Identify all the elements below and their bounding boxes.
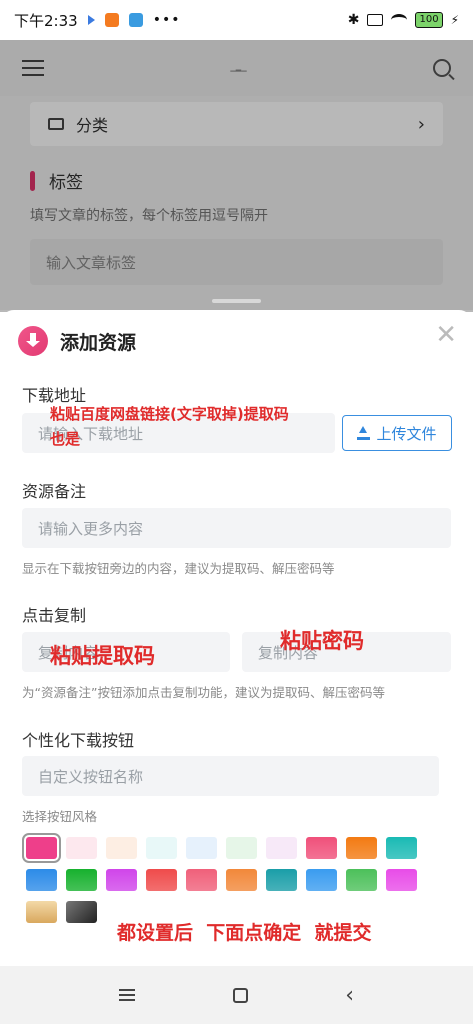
annotation-also-is: 也是 <box>50 430 81 448</box>
custom-button-name-input[interactable]: 自定义按钮名称 <box>22 756 439 796</box>
button-style-label: 选择按钮风格 <box>22 809 98 824</box>
annotation-paste-baidu: 粘贴百度网盘链接(文字取掉)提取码 <box>50 405 289 423</box>
resource-note-label: 资源备注 <box>22 482 87 501</box>
style-swatch[interactable] <box>266 837 297 859</box>
style-swatch[interactable] <box>306 869 337 891</box>
style-swatch[interactable] <box>106 837 137 859</box>
upload-file-label: 上传文件 <box>376 424 437 443</box>
style-swatch[interactable] <box>346 869 377 891</box>
sheet-header: 添加资源 <box>18 326 136 356</box>
sheet-title: 添加资源 <box>60 331 137 354</box>
status-bar: 下午2:33 ••• ✱ 100 ⚡ <box>0 0 473 40</box>
annotation-paste-password: 粘贴密码 <box>280 629 364 653</box>
no-sim-icon <box>367 14 384 26</box>
status-time: 下午2:33 <box>14 11 78 30</box>
style-swatch[interactable] <box>346 837 377 859</box>
back-icon[interactable]: ‹ <box>345 983 354 1008</box>
system-nav-bar: ‹ <box>0 966 473 1024</box>
close-icon[interactable]: ✕ <box>435 322 457 348</box>
style-swatch[interactable] <box>66 869 97 891</box>
style-swatch[interactable] <box>22 833 61 863</box>
style-swatch[interactable] <box>226 837 257 859</box>
annotation-paste-code: 粘贴提取码 <box>50 644 155 668</box>
dim-overlay[interactable] <box>0 40 473 312</box>
style-swatch[interactable] <box>66 901 97 923</box>
style-swatch[interactable] <box>266 869 297 891</box>
style-swatch[interactable] <box>306 837 337 859</box>
battery-icon: 100 <box>415 12 443 28</box>
click-copy-hint: 为“资源备注”按钮添加点击复制功能，建议为提取码、解压密码等 <box>22 685 385 700</box>
bluetooth-icon: ✱ <box>347 12 360 28</box>
style-swatch[interactable] <box>26 869 57 891</box>
style-swatch[interactable] <box>26 901 57 923</box>
style-swatch[interactable] <box>146 869 177 891</box>
resource-note-input[interactable]: 请输入更多内容 <box>22 508 451 548</box>
style-swatch[interactable] <box>226 869 257 891</box>
style-swatch[interactable] <box>106 869 137 891</box>
charging-icon: ⚡ <box>450 13 459 27</box>
style-swatch[interactable] <box>386 837 417 859</box>
style-swatch[interactable] <box>186 837 217 859</box>
app-notification-icon <box>128 13 143 27</box>
annotation-submit-note: 都设置后 下面点确定 就提交 <box>117 922 372 944</box>
play-icon <box>87 15 95 25</box>
click-copy-label: 点击复制 <box>22 606 87 625</box>
upload-file-button[interactable]: 上传文件 <box>342 415 452 451</box>
recent-apps-icon[interactable] <box>118 989 135 1001</box>
upload-icon <box>357 426 371 440</box>
style-swatch[interactable] <box>66 837 97 859</box>
style-swatch[interactable] <box>386 869 417 891</box>
more-icon: ••• <box>152 12 181 28</box>
sheet-drag-handle[interactable] <box>212 299 261 303</box>
mi-app-icon <box>104 13 119 27</box>
wifi-icon <box>391 14 408 26</box>
custom-button-label: 个性化下载按钮 <box>22 731 135 750</box>
resource-note-hint: 显示在下载按钮旁边的内容，建议为提取码、解压密码等 <box>22 561 335 576</box>
home-icon[interactable] <box>232 987 248 1003</box>
style-swatch[interactable] <box>146 837 177 859</box>
download-icon <box>18 326 48 356</box>
style-swatch[interactable] <box>186 869 217 891</box>
